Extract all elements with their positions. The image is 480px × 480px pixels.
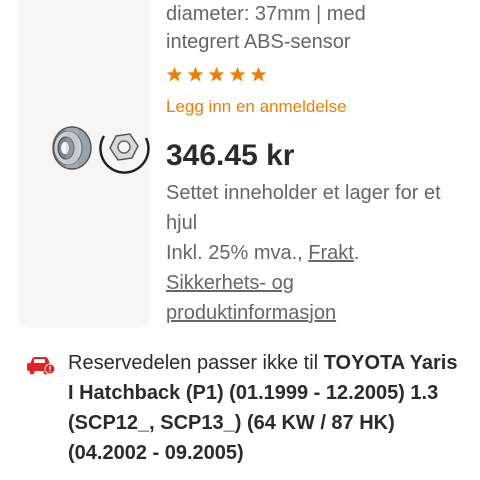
- vat-line: Inkl. 25% mva., Frakt.: [166, 238, 466, 268]
- vat-text: Inkl. 25% mva.,: [166, 242, 309, 264]
- description-line: integrert ABS-sensor: [166, 31, 351, 53]
- write-review-link[interactable]: Legg inn en anmeldelse: [166, 96, 347, 118]
- star-icon: [250, 66, 267, 82]
- star-icon: [166, 66, 183, 82]
- safety-info-link[interactable]: Sikkerhets- og produktinformasjon: [166, 272, 336, 324]
- fitment-text: Reservedelen passer ikke til TOYOTA Yari…: [68, 348, 468, 468]
- description-line: diameter: 37mm | med: [166, 3, 366, 25]
- kit-contents-text: Settet inneholder et lager for et hjul: [166, 182, 441, 234]
- star-icon: [187, 66, 204, 82]
- product-price: 346.45 kr: [166, 139, 295, 172]
- product-image-panel[interactable]: [18, 0, 150, 328]
- shipping-link[interactable]: Frakt: [308, 242, 354, 264]
- star-icon: [208, 66, 225, 82]
- car-warning-icon: [27, 357, 56, 375]
- fitment-prefix: Reservedelen passer ikke til: [68, 352, 324, 374]
- product-description: diameter: 37mm | med integrert ABS-senso…: [166, 0, 466, 56]
- vat-suffix: .: [353, 242, 360, 264]
- product-info: Settet inneholder et lager for et hjul I…: [166, 178, 466, 328]
- star-icon: [229, 66, 246, 82]
- product-image[interactable]: [44, 118, 154, 178]
- rating-stars[interactable]: [166, 66, 267, 88]
